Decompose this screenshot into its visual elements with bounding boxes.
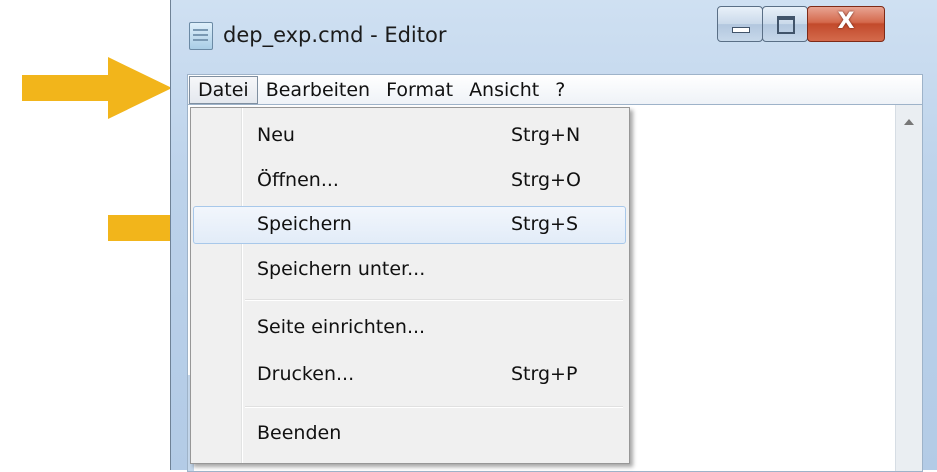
menu-item-beenden[interactable]: Beenden	[193, 416, 624, 452]
menu-format[interactable]: Format	[378, 76, 461, 104]
scroll-up-icon[interactable]	[904, 119, 914, 125]
minimize-icon[interactable]	[717, 6, 763, 42]
menu-item-label: Seite einrichten...	[257, 316, 426, 338]
window-title: dep_exp.cmd - Editor	[223, 23, 447, 47]
menu-item-shortcut: Strg+S	[511, 213, 579, 235]
menu-ansicht[interactable]: Ansicht	[461, 76, 547, 104]
menu-item-seite-einrichten[interactable]: Seite einrichten...	[193, 310, 624, 346]
menu-separator	[245, 406, 623, 408]
caption-buttons: X	[717, 6, 885, 46]
menu-item-label: Neu	[257, 124, 295, 146]
menu-item-label: Beenden	[257, 422, 342, 444]
menu-item-label: Drucken...	[257, 363, 355, 385]
menu-item-oeffnen[interactable]: Öffnen... Strg+O	[193, 163, 624, 199]
close-button[interactable]: X	[807, 6, 885, 42]
file-menu-dropdown: Neu Strg+N Öffnen... Strg+O Speichern St…	[190, 107, 630, 464]
menu-item-speichern[interactable]: Speichern Strg+S	[193, 206, 626, 244]
vertical-scrollbar[interactable]	[895, 105, 922, 471]
menu-bar: Datei Bearbeiten Format Ansicht ?	[187, 74, 923, 105]
menu-item-shortcut: Strg+P	[511, 363, 578, 385]
menu-item-label: Speichern unter...	[257, 258, 426, 280]
menu-item-label: Öffnen...	[257, 169, 339, 191]
maximize-icon[interactable]	[762, 6, 808, 42]
menu-datei[interactable]: Datei	[189, 76, 258, 104]
menu-item-label: Speichern	[257, 213, 352, 235]
menu-separator	[245, 299, 623, 301]
title-bar[interactable]: dep_exp.cmd - Editor X	[171, 0, 937, 64]
menu-item-drucken[interactable]: Drucken... Strg+P	[193, 357, 624, 393]
menu-item-speichern-unter[interactable]: Speichern unter...	[193, 252, 624, 288]
menu-item-neu[interactable]: Neu Strg+N	[193, 118, 624, 154]
menu-item-shortcut: Strg+O	[511, 169, 581, 191]
pointer-arrow-icon	[22, 57, 172, 119]
menu-help[interactable]: ?	[547, 76, 573, 104]
close-icon: X	[837, 9, 855, 34]
menu-bearbeiten[interactable]: Bearbeiten	[258, 76, 378, 104]
menu-item-shortcut: Strg+N	[511, 124, 581, 146]
notepad-icon	[189, 22, 213, 50]
